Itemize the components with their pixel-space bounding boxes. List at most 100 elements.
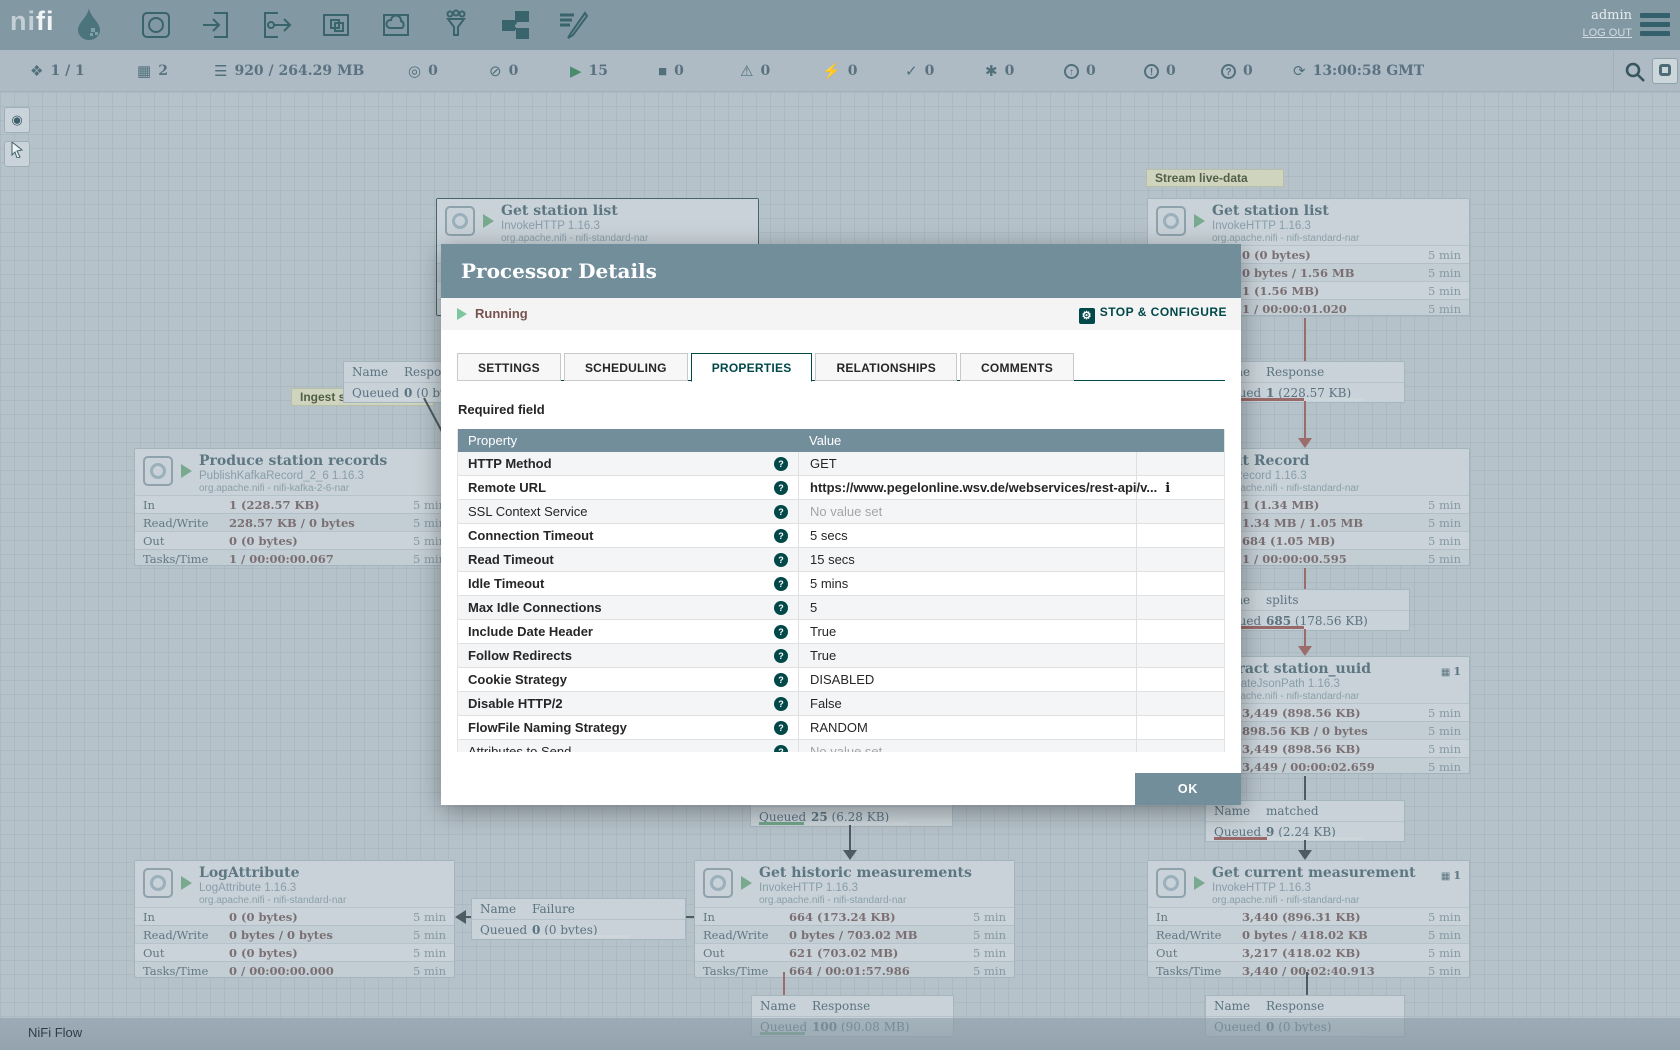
thread-count-badge: ▦1 xyxy=(1441,869,1461,882)
processor-icon xyxy=(1156,868,1186,898)
connection-matched[interactable]: Namematched Queued9 (2.24 KB) xyxy=(1205,800,1405,842)
property-row[interactable]: Cookie Strategy? DISABLED xyxy=(458,668,1224,692)
processor-get-historic-measurements[interactable]: Get historic measurements InvokeHTTP 1.1… xyxy=(694,860,1015,978)
dialog-status-row: Running ⚙STOP & CONFIGURE xyxy=(441,298,1241,330)
tab-properties[interactable]: PROPERTIES xyxy=(691,353,813,382)
running-icon xyxy=(741,876,752,890)
help-icon[interactable]: ? xyxy=(774,745,788,752)
flow-status-bar: ❖1 / 1 ▦2 ☰920 / 264.29 MB ◎0 ⊘0 ▶15 ■0 … xyxy=(0,50,1680,92)
processor-type: InvokeHTTP 1.16.3 xyxy=(1212,220,1359,232)
operate-palette-button[interactable] xyxy=(4,141,30,167)
dialog-tabs: SETTINGSSCHEDULINGPROPERTIESRELATIONSHIP… xyxy=(457,352,1225,381)
help-icon[interactable]: ? xyxy=(774,577,788,591)
processor-produce-station-records[interactable]: Produce station records PublishKafkaReco… xyxy=(134,448,455,566)
drag-input-port-icon[interactable] xyxy=(200,9,232,41)
property-row[interactable]: Disable HTTP/2? False xyxy=(458,692,1224,716)
drag-template-icon[interactable] xyxy=(500,9,532,41)
locally-modified-stale-icon: ! xyxy=(1144,64,1159,79)
not-transmitting-status: ⊘0 xyxy=(489,50,518,92)
property-row[interactable]: FlowFile Naming Strategy? RANDOM xyxy=(458,716,1224,740)
properties-table-header: PropertyValue xyxy=(458,429,1224,452)
compass-icon: ◉ xyxy=(11,112,22,127)
help-icon[interactable]: ? xyxy=(774,553,788,567)
processor-name: Produce station records xyxy=(199,453,387,469)
property-row[interactable]: SSL Context Service? No value set xyxy=(458,500,1224,524)
property-row[interactable]: Attributes to Send? No value set xyxy=(458,740,1224,752)
drag-output-port-icon[interactable] xyxy=(260,9,292,41)
refresh-status[interactable]: ⟳13:00:58 GMT xyxy=(1293,50,1424,92)
drag-label-icon[interactable] xyxy=(557,9,589,41)
locally-modified-stale-status: !0 xyxy=(1144,50,1176,92)
locally-modified-icon: ✱ xyxy=(985,64,998,79)
transmitting-status: ◎0 xyxy=(408,50,438,92)
tab-scheduling[interactable]: SCHEDULING xyxy=(564,353,688,381)
cluster-status: ❖1 / 1 xyxy=(30,50,85,92)
property-row[interactable]: Include Date Header? True xyxy=(458,620,1224,644)
hand-icon xyxy=(10,142,24,158)
property-row[interactable]: Read Timeout? 15 secs xyxy=(458,548,1224,572)
running-icon xyxy=(181,464,192,478)
locally-modified-status: ✱0 xyxy=(985,50,1014,92)
processor-bundle: org.apache.nifi - nifi-standard-nar xyxy=(759,895,972,906)
stop-and-configure-button[interactable]: ⚙STOP & CONFIGURE xyxy=(1079,305,1227,324)
tab-relationships[interactable]: RELATIONSHIPS xyxy=(815,353,957,381)
sync-failure-icon: ? xyxy=(1221,64,1236,79)
help-icon[interactable]: ? xyxy=(774,697,788,711)
connection-failure[interactable]: NameFailure Queued0 (0 bytes) xyxy=(471,898,686,940)
help-icon[interactable]: ? xyxy=(774,673,788,687)
stale-status: ↑0 xyxy=(1064,50,1096,92)
property-row[interactable]: Max Idle Connections? 5 xyxy=(458,596,1224,620)
tab-settings[interactable]: SETTINGS xyxy=(457,353,561,381)
property-row[interactable]: HTTP Method? GET xyxy=(458,452,1224,476)
processor-bundle: org.apache.nifi - nifi-standard-nar xyxy=(1212,895,1416,906)
dialog-title: Processor Details xyxy=(441,244,1241,298)
property-row[interactable]: Follow Redirects? True xyxy=(458,644,1224,668)
running-icon xyxy=(1194,214,1205,228)
breadcrumb[interactable]: NiFi Flow xyxy=(28,1025,82,1040)
queue-icon: ☰ xyxy=(214,64,227,79)
running-status: ▶15 xyxy=(570,50,608,92)
stopped-status: ■0 xyxy=(658,50,684,92)
drag-remote-process-group-icon[interactable] xyxy=(380,9,412,41)
logout-link[interactable]: LOG OUT xyxy=(1582,27,1632,39)
property-row[interactable]: Idle Timeout? 5 mins xyxy=(458,572,1224,596)
help-icon[interactable]: ? xyxy=(774,721,788,735)
drag-funnel-icon[interactable] xyxy=(440,9,472,41)
search-button[interactable] xyxy=(1624,61,1646,83)
column-value: Value xyxy=(799,429,841,452)
drag-processor-icon[interactable] xyxy=(140,9,172,41)
help-icon[interactable]: ? xyxy=(774,529,788,543)
birdseye-toggle-button[interactable] xyxy=(1652,58,1678,84)
processor-bundle: org.apache.nifi - nifi-standard-nar xyxy=(1212,233,1359,244)
processor-type: InvokeHTTP 1.16.3 xyxy=(759,882,972,894)
drag-process-group-icon[interactable] xyxy=(320,9,352,41)
nifi-app: nifi admin LOG OUT ❖1 / 1 ▦2 ☰920 / 264.… xyxy=(0,0,1680,1050)
threads-icon: ▦ xyxy=(137,64,151,79)
help-icon[interactable]: ? xyxy=(774,601,788,615)
processor-name: Get station list xyxy=(1212,203,1359,219)
property-row[interactable]: Remote URL? https://www.pegelonline.wsv.… xyxy=(458,476,1224,500)
queued-status: ☰920 / 264.29 MB xyxy=(214,50,364,92)
running-icon xyxy=(181,876,192,890)
global-menu-button[interactable] xyxy=(1640,13,1670,37)
navigate-palette-button[interactable]: ◉ xyxy=(4,107,30,133)
processor-bundle: org.apache.nifi - nifi-kafka-2-6-nar xyxy=(199,483,387,494)
gear-icon: ⚙ xyxy=(1079,308,1095,324)
tab-comments[interactable]: COMMENTS xyxy=(960,353,1074,381)
processor-details-dialog: Processor Details Running ⚙STOP & CONFIG… xyxy=(441,244,1241,805)
run-status-label: Running xyxy=(475,306,528,321)
refresh-icon[interactable]: ⟳ xyxy=(1293,64,1306,79)
processor-icon xyxy=(143,868,173,898)
nifi-logo: nifi xyxy=(10,6,55,37)
property-row[interactable]: Connection Timeout? 5 secs xyxy=(458,524,1224,548)
processor-get-current-measurement[interactable]: ▦1 Get current measurement InvokeHTTP 1.… xyxy=(1147,860,1470,978)
info-icon[interactable]: i xyxy=(1165,481,1170,496)
canvas-label-stream-live-data[interactable]: Stream live-data xyxy=(1146,169,1284,187)
help-icon[interactable]: ? xyxy=(774,481,788,495)
help-icon[interactable]: ? xyxy=(774,625,788,639)
processor-logattribute[interactable]: LogAttribute LogAttribute 1.16.3 org.apa… xyxy=(134,860,455,978)
ok-button[interactable]: OK xyxy=(1135,773,1241,805)
help-icon[interactable]: ? xyxy=(774,505,788,519)
help-icon[interactable]: ? xyxy=(774,649,788,663)
help-icon[interactable]: ? xyxy=(774,457,788,471)
